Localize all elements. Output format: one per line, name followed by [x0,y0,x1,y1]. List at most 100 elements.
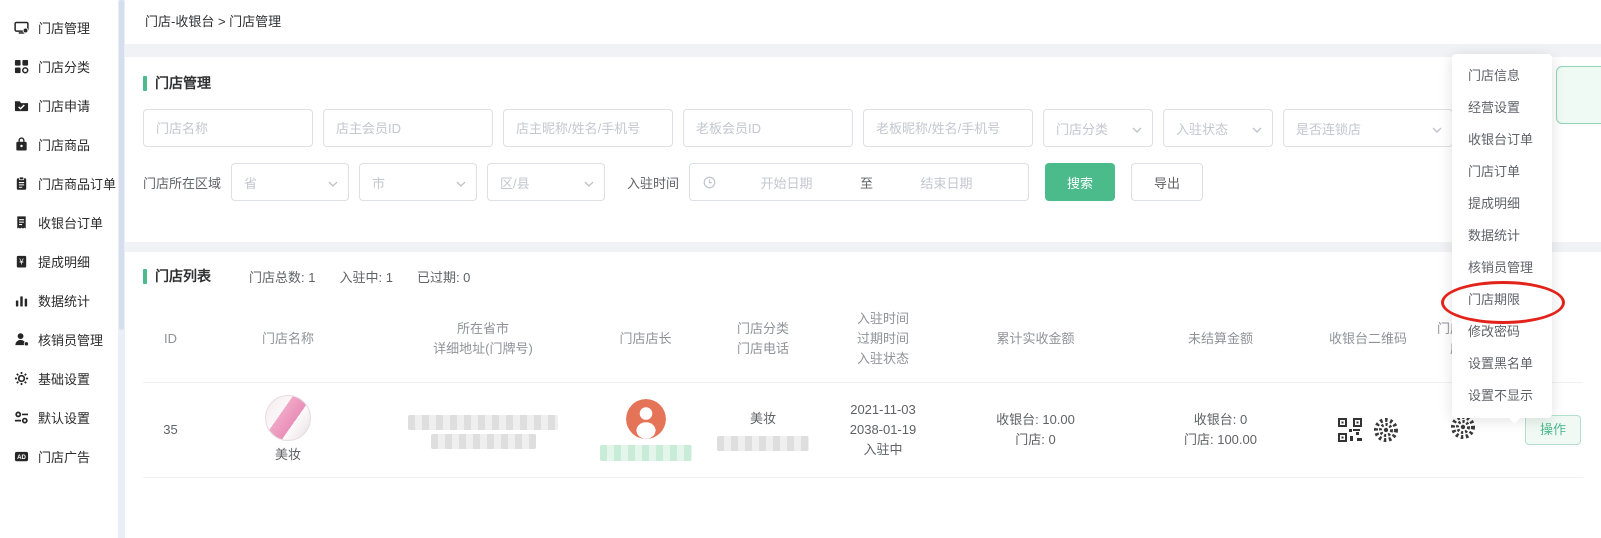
action-button[interactable]: 操作 [1525,415,1581,445]
sidebar-item-label: 门店商品 [38,135,90,154]
ad-icon: AD [13,449,29,465]
menu-item-commission-detail[interactable]: 提成明细 [1452,188,1552,220]
sidebar-item-apply[interactable]: 门店申请 [0,86,118,125]
menu-item-change-password[interactable]: 修改密码 [1452,316,1552,348]
owner-info-input[interactable] [503,109,673,147]
sidebar-item-goods-order[interactable]: 门店商品订单 [0,164,118,203]
sidebar-item-stats[interactable]: 数据统计 [0,281,118,320]
city-select[interactable]: 市 [359,163,477,201]
column-header-cashier-qr: 收银台二维码 [1313,329,1423,349]
date-range-separator: 至 [856,173,877,192]
qr-code-icon[interactable] [1337,417,1363,443]
sidebar-scrollbar-thumb[interactable] [119,0,124,330]
boss-member-id-input[interactable] [683,109,853,147]
store-name-input[interactable] [143,109,313,147]
start-date-input[interactable]: 开始日期 [717,173,856,192]
table-header: ID 门店名称 所在省市详细地址(门牌号) 门店店长 门店分类门店电话 入驻时间… [143,296,1583,382]
store-category-select[interactable]: 门店分类 [1043,109,1153,147]
list-title: 门店列表 [155,266,211,286]
sidebar-item-store-manage[interactable]: 门店管理 [0,8,118,47]
sidebar-item-label: 数据统计 [38,291,90,310]
menu-item-cashier-orders[interactable]: 收银台订单 [1452,124,1552,156]
table-row: 35 美妆 [143,382,1583,478]
select-placeholder: 区/县 [500,173,530,192]
sidebar-item-category[interactable]: 门店分类 [0,47,118,86]
stat-active: 入驻中: 1 [339,267,392,286]
row-expire-time: 2038-01-19 [823,420,943,440]
store-manage-panel: 门店管理 门店分类 入驻状态 是否连锁店 门店所在区域 省 [125,57,1601,242]
unsettled-store: 门店: 100.00 [1128,430,1313,450]
row-cashier-qr [1313,417,1423,443]
title-accent-bar [143,269,147,284]
add-store-button[interactable] [1556,66,1601,124]
store-table: ID 门店名称 所在省市详细地址(门牌号) 门店店长 门店分类门店电话 入驻时间… [143,296,1583,478]
chain-store-select[interactable]: 是否连锁店 [1283,109,1453,147]
menu-item-store-orders[interactable]: 门店订单 [1452,156,1552,188]
panel-title: 门店管理 [155,73,211,93]
province-select[interactable]: 省 [231,163,349,201]
menu-item-data-stats[interactable]: 数据统计 [1452,220,1552,252]
store-manage-icon [13,20,29,36]
chevron-down-icon [328,175,338,190]
commission-icon: ¥ [13,254,29,270]
district-select[interactable]: 区/县 [487,163,605,201]
sidebar-item-cashier-order[interactable]: 收银台订单 [0,203,118,242]
category-icon [13,59,29,75]
menu-item-verifier-manage[interactable]: 核销员管理 [1452,252,1552,284]
goods-order-icon [13,176,29,192]
sidebar-item-label: 收银台订单 [38,213,103,232]
verifier-icon [13,332,29,348]
column-header-entry-time: 入驻时间过期时间入驻状态 [823,309,943,369]
sidebar-item-settings[interactable]: 基础设置 [0,359,118,398]
apply-icon [13,98,29,114]
round-code-icon[interactable] [1373,417,1399,443]
date-range-picker[interactable]: 开始日期 至 结束日期 [689,163,1029,201]
menu-item-set-hidden[interactable]: 设置不显示 [1452,380,1552,412]
sidebar-item-goods[interactable]: 门店商品 [0,125,118,164]
breadcrumb-text: 门店-收银台 > 门店管理 [145,14,281,29]
menu-item-business-settings[interactable]: 经营设置 [1452,92,1552,124]
sidebar-item-label: 门店商品订单 [38,174,116,193]
row-entry-time: 2021-11-03 2038-01-19 入驻中 [823,400,943,460]
sidebar-item-ad[interactable]: AD 门店广告 [0,437,118,476]
entry-status-select[interactable]: 入驻状态 [1163,109,1273,147]
store-list-panel: 门店列表 门店总数: 1 入驻中: 1 已过期: 0 ID 门店名称 所在省市详… [125,252,1601,538]
row-received-amount: 收银台: 10.00 门店: 0 [943,410,1128,450]
sidebar-item-label: 门店分类 [38,57,90,76]
row-join-time: 2021-11-03 [823,400,943,420]
stats-icon [13,293,29,309]
export-button[interactable]: 导出 [1131,163,1203,201]
boss-info-input[interactable] [863,109,1033,147]
goods-icon [13,137,29,153]
received-cashier: 收银台: 10.00 [943,410,1128,430]
row-category: 美妆 [703,409,823,429]
menu-item-store-info[interactable]: 门店信息 [1452,60,1552,92]
sidebar-item-label: 门店广告 [38,447,90,466]
chevron-down-icon [1432,121,1442,136]
panel-title-row: 门店管理 [143,73,1583,93]
row-status: 入驻中 [823,440,943,460]
manager-avatar [626,399,666,439]
svg-text:¥: ¥ [19,258,24,267]
stat-total: 门店总数: 1 [249,267,315,286]
search-button[interactable]: 搜索 [1045,163,1115,201]
owner-member-id-input[interactable] [323,109,493,147]
stat-expired: 已过期: 0 [417,267,470,286]
blurred-address-line1 [408,415,558,430]
column-header-category-phone: 门店分类门店电话 [703,319,823,359]
settings-icon [13,371,29,387]
menu-item-store-term[interactable]: 门店期限 [1452,284,1552,316]
sidebar-item-label: 基础设置 [38,369,90,388]
sidebar-item-default-settings[interactable]: 默认设置 [0,398,118,437]
sidebar-item-commission[interactable]: ¥ 提成明细 [0,242,118,281]
sidebar-item-label: 提成明细 [38,252,90,271]
sidebar: 门店管理 门店分类 门店申请 门店商品 门店商品订单 收银台订单 ¥ 提成明细 … [0,0,118,538]
breadcrumb: 门店-收银台 > 门店管理 [125,0,1601,44]
sidebar-item-verifier[interactable]: 核销员管理 [0,320,118,359]
end-date-input[interactable]: 结束日期 [877,173,1016,192]
chevron-down-icon [1252,121,1262,136]
entry-time-label: 入驻时间 [627,173,679,192]
sidebar-item-label: 核销员管理 [38,330,103,349]
menu-item-set-blacklist[interactable]: 设置黑名单 [1452,348,1552,380]
row-id: 35 [143,420,198,440]
